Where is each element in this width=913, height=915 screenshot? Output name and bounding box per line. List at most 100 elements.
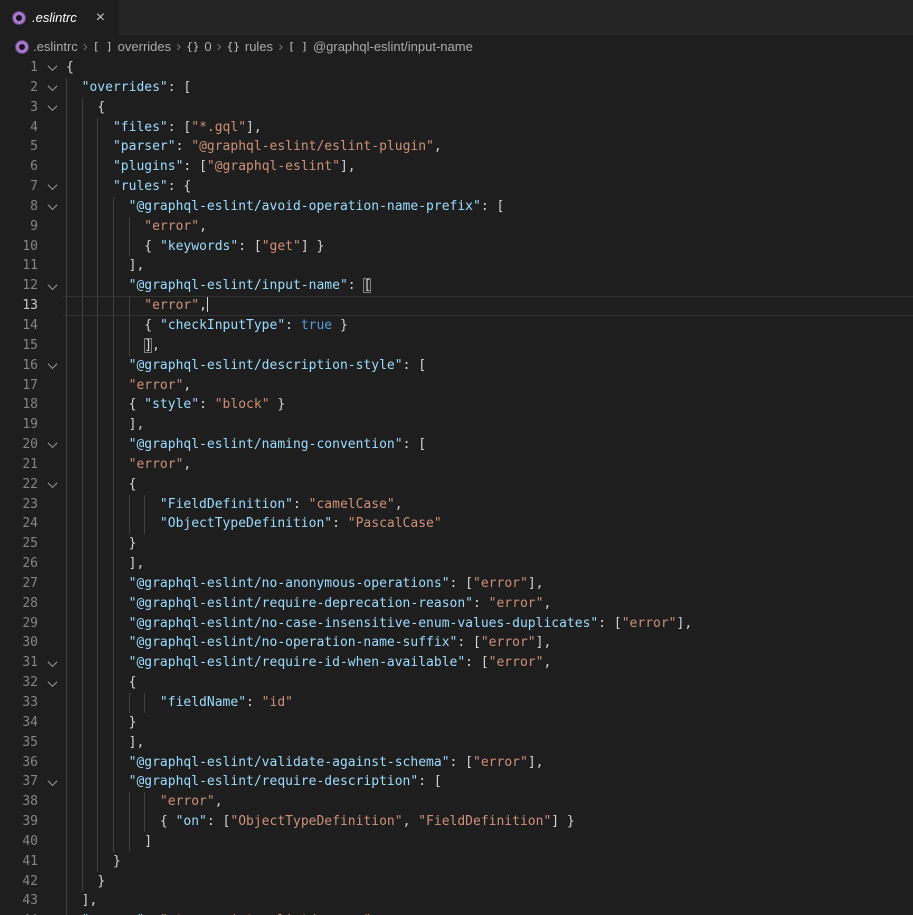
- code-line-text[interactable]: "@graphql-eslint/validate-against-schema…: [66, 753, 913, 773]
- code-line-text[interactable]: "parser": "@graphql-eslint/eslint-plugin…: [66, 137, 913, 157]
- fold-chevron-icon[interactable]: [38, 98, 66, 118]
- code-line-text[interactable]: ],: [66, 891, 913, 911]
- code-line-text[interactable]: "FieldDefinition": "camelCase",: [66, 495, 913, 515]
- breadcrumb-item-overrides[interactable]: [ ]overrides: [93, 39, 171, 54]
- code-line-text[interactable]: "rules": {: [66, 177, 913, 197]
- code-line-text[interactable]: }: [66, 872, 913, 892]
- code-line-text[interactable]: ],: [66, 336, 913, 356]
- code-line-text[interactable]: "ObjectTypeDefinition": "PascalCase": [66, 514, 913, 534]
- code-line[interactable]: 6 "plugins": ["@graphql-eslint"],: [0, 157, 913, 177]
- code-line[interactable]: 13 "error",: [0, 296, 913, 316]
- code-line[interactable]: 19 ],: [0, 415, 913, 435]
- fold-chevron-icon[interactable]: [38, 673, 66, 693]
- code-line[interactable]: 28 "@graphql-eslint/require-deprecation-…: [0, 594, 913, 614]
- code-line-text[interactable]: ],: [66, 256, 913, 276]
- code-line-text[interactable]: "error",: [66, 792, 913, 812]
- code-line-text[interactable]: "files": ["*.gql"],: [66, 118, 913, 138]
- code-line-text[interactable]: "@graphql-eslint/no-operation-name-suffi…: [66, 633, 913, 653]
- code-line-text[interactable]: "parser": "@typescript-eslint/parser": [66, 911, 913, 915]
- code-line-text[interactable]: "error",: [66, 376, 913, 396]
- code-line-text[interactable]: "@graphql-eslint/naming-convention": [: [66, 435, 913, 455]
- code-line-text[interactable]: "@graphql-eslint/require-deprecation-rea…: [66, 594, 913, 614]
- code-line[interactable]: 26 ],: [0, 554, 913, 574]
- code-line[interactable]: 17 "error",: [0, 376, 913, 396]
- code-line[interactable]: 38 "error",: [0, 792, 913, 812]
- code-line[interactable]: 7 "rules": {: [0, 177, 913, 197]
- code-line[interactable]: 18 { "style": "block" }: [0, 395, 913, 415]
- code-line-text[interactable]: {: [66, 475, 913, 495]
- code-line-text[interactable]: "overrides": [: [66, 78, 913, 98]
- code-line[interactable]: 23 "FieldDefinition": "camelCase",: [0, 495, 913, 515]
- code-line[interactable]: 25 }: [0, 534, 913, 554]
- code-line[interactable]: 40 ]: [0, 832, 913, 852]
- code-line[interactable]: 32 {: [0, 673, 913, 693]
- code-line-text[interactable]: "@graphql-eslint/description-style": [: [66, 356, 913, 376]
- breadcrumb-item--eslintrc[interactable]: .eslintrc: [16, 39, 78, 54]
- code-line[interactable]: 11 ],: [0, 256, 913, 276]
- code-line-text[interactable]: { "on": ["ObjectTypeDefinition", "FieldD…: [66, 812, 913, 832]
- code-line-text[interactable]: "plugins": ["@graphql-eslint"],: [66, 157, 913, 177]
- code-line[interactable]: 30 "@graphql-eslint/no-operation-name-su…: [0, 633, 913, 653]
- code-line[interactable]: 2 "overrides": [: [0, 78, 913, 98]
- code-line-text[interactable]: "@graphql-eslint/require-description": [: [66, 772, 913, 792]
- code-line[interactable]: 31 "@graphql-eslint/require-id-when-avai…: [0, 653, 913, 673]
- code-line-text[interactable]: "fieldName": "id": [66, 693, 913, 713]
- fold-chevron-icon[interactable]: [38, 435, 66, 455]
- code-line-text[interactable]: "error",: [66, 217, 913, 237]
- code-line-text[interactable]: }: [66, 713, 913, 733]
- code-line-text[interactable]: "@graphql-eslint/no-case-insensitive-enu…: [66, 614, 913, 634]
- code-line-text[interactable]: { "keywords": ["get"] }: [66, 237, 913, 257]
- code-line-text[interactable]: "@graphql-eslint/avoid-operation-name-pr…: [66, 197, 913, 217]
- code-line-text[interactable]: "@graphql-eslint/require-id-when-availab…: [66, 653, 913, 673]
- code-line-text[interactable]: ],: [66, 733, 913, 753]
- code-line[interactable]: 22 {: [0, 475, 913, 495]
- code-line[interactable]: 44 "parser": "@typescript-eslint/parser": [0, 911, 913, 915]
- fold-chevron-icon[interactable]: [38, 356, 66, 376]
- code-line[interactable]: 36 "@graphql-eslint/validate-against-sch…: [0, 753, 913, 773]
- code-line-text[interactable]: "error",: [66, 296, 913, 316]
- code-line-text[interactable]: "@graphql-eslint/input-name": [: [66, 276, 913, 296]
- code-line-text[interactable]: "@graphql-eslint/no-anonymous-operations…: [66, 574, 913, 594]
- code-line[interactable]: 14 { "checkInputType": true }: [0, 316, 913, 336]
- fold-chevron-icon[interactable]: [38, 772, 66, 792]
- code-line[interactable]: 27 "@graphql-eslint/no-anonymous-operati…: [0, 574, 913, 594]
- fold-chevron-icon[interactable]: [38, 653, 66, 673]
- breadcrumb-item-rules[interactable]: {}rules: [227, 39, 273, 54]
- code-line[interactable]: 5 "parser": "@graphql-eslint/eslint-plug…: [0, 137, 913, 157]
- fold-chevron-icon[interactable]: [38, 475, 66, 495]
- breadcrumb-item-0[interactable]: {}0: [186, 39, 211, 54]
- code-line[interactable]: 34 }: [0, 713, 913, 733]
- code-line-text[interactable]: }: [66, 852, 913, 872]
- fold-chevron-icon[interactable]: [38, 177, 66, 197]
- fold-chevron-icon[interactable]: [38, 58, 66, 78]
- code-line-text[interactable]: {: [66, 98, 913, 118]
- tab-eslintrc[interactable]: .eslintrc ×: [0, 0, 120, 35]
- code-line-text[interactable]: ],: [66, 554, 913, 574]
- code-line[interactable]: 41 }: [0, 852, 913, 872]
- breadcrumb-item--graphql-eslint-input-name[interactable]: [ ]@graphql-eslint/input-name: [288, 39, 473, 54]
- fold-chevron-icon[interactable]: [38, 78, 66, 98]
- code-line[interactable]: 35 ],: [0, 733, 913, 753]
- code-line[interactable]: 24 "ObjectTypeDefinition": "PascalCase": [0, 514, 913, 534]
- code-line[interactable]: 1{: [0, 58, 913, 78]
- code-area[interactable]: 1{2 "overrides": [3 {4 "files": ["*.gql"…: [0, 58, 913, 915]
- code-line-text[interactable]: ]: [66, 832, 913, 852]
- code-line-text[interactable]: { "style": "block" }: [66, 395, 913, 415]
- code-line[interactable]: 42 }: [0, 872, 913, 892]
- code-line[interactable]: 20 "@graphql-eslint/naming-convention": …: [0, 435, 913, 455]
- code-line[interactable]: 9 "error",: [0, 217, 913, 237]
- fold-chevron-icon[interactable]: [38, 197, 66, 217]
- code-line[interactable]: 16 "@graphql-eslint/description-style": …: [0, 356, 913, 376]
- code-line[interactable]: 39 { "on": ["ObjectTypeDefinition", "Fie…: [0, 812, 913, 832]
- close-icon[interactable]: ×: [92, 10, 109, 26]
- code-line[interactable]: 3 {: [0, 98, 913, 118]
- code-line[interactable]: 37 "@graphql-eslint/require-description"…: [0, 772, 913, 792]
- code-line-text[interactable]: ],: [66, 415, 913, 435]
- code-line[interactable]: 12 "@graphql-eslint/input-name": [: [0, 276, 913, 296]
- fold-chevron-icon[interactable]: [38, 276, 66, 296]
- code-line[interactable]: 8 "@graphql-eslint/avoid-operation-name-…: [0, 197, 913, 217]
- code-line[interactable]: 21 "error",: [0, 455, 913, 475]
- code-line[interactable]: 15 ],: [0, 336, 913, 356]
- code-line-text[interactable]: }: [66, 534, 913, 554]
- code-line[interactable]: 29 "@graphql-eslint/no-case-insensitive-…: [0, 614, 913, 634]
